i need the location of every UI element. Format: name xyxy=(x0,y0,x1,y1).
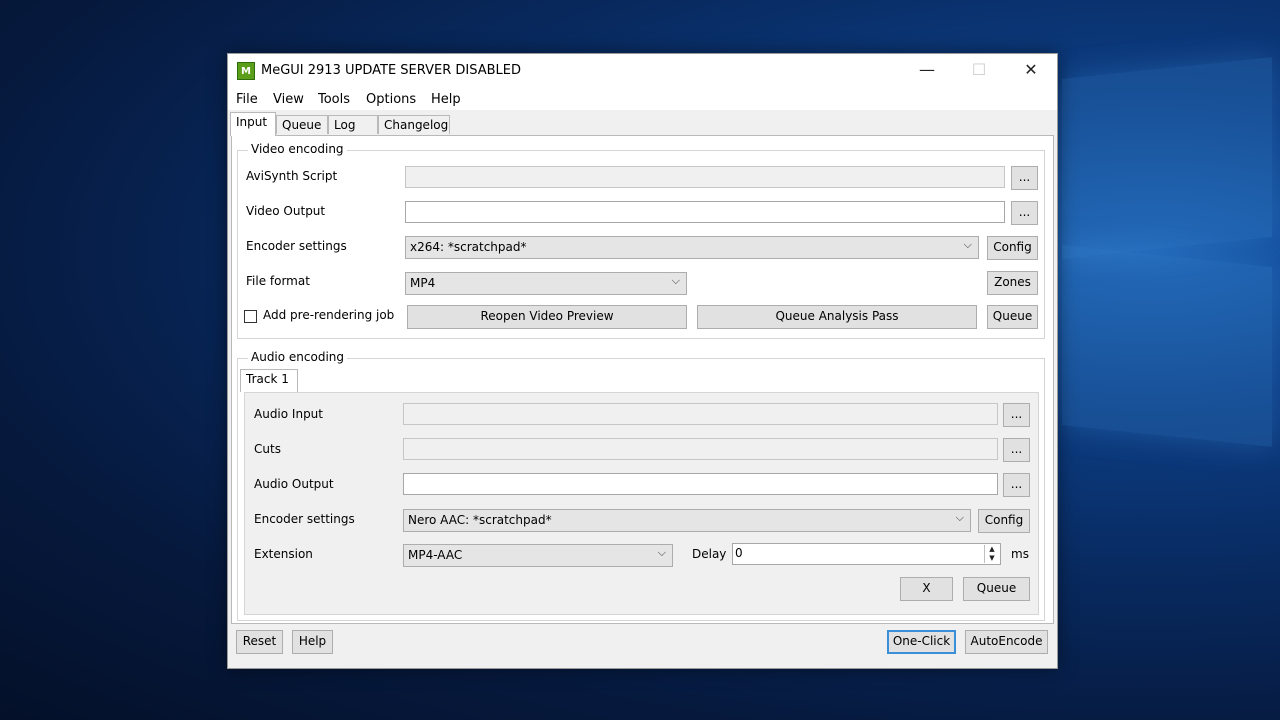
tab-input[interactable]: Input xyxy=(230,112,276,136)
cuts-label: Cuts xyxy=(254,442,281,456)
delay-value: 0 xyxy=(735,546,743,560)
close-button[interactable]: ✕ xyxy=(1005,54,1057,88)
tab-queue[interactable]: Queue xyxy=(276,115,328,134)
audio-output-label: Audio Output xyxy=(254,477,334,491)
chevron-down-icon: ⌵ xyxy=(671,274,680,287)
reset-button[interactable]: Reset xyxy=(236,630,283,654)
audio-cancel-button[interactable]: X xyxy=(900,577,953,601)
menu-help[interactable]: Help xyxy=(431,92,461,107)
audio-output-browse-button[interactable]: ... xyxy=(1003,473,1030,497)
menu-file[interactable]: File xyxy=(236,92,258,107)
menu-options[interactable]: Options xyxy=(366,92,416,107)
megui-app-icon: M xyxy=(237,62,255,80)
audio-encoder-select[interactable]: Nero AAC: *scratchpad* ⌵ xyxy=(403,509,971,532)
delay-field[interactable]: 0 ▲ ▼ xyxy=(732,543,1001,565)
minimize-button[interactable]: — xyxy=(901,54,953,88)
desktop-logo-pane xyxy=(1062,56,1272,260)
avisynth-label: AviSynth Script xyxy=(246,169,338,183)
one-click-button[interactable]: One-Click xyxy=(887,630,956,654)
video-output-label: Video Output xyxy=(246,204,326,218)
video-encoder-value: x264: *scratchpad* xyxy=(410,240,527,254)
audio-input-field[interactable] xyxy=(403,403,998,425)
chevron-down-icon: ⌵ xyxy=(963,238,972,251)
audio-output-field[interactable] xyxy=(403,473,998,495)
autoencode-button[interactable]: AutoEncode xyxy=(965,630,1048,654)
video-encoder-select[interactable]: x264: *scratchpad* ⌵ xyxy=(405,236,979,259)
queue-analysis-button[interactable]: Queue Analysis Pass xyxy=(697,305,977,329)
extension-select[interactable]: MP4-AAC ⌵ xyxy=(403,544,673,567)
ms-label: ms xyxy=(1011,547,1029,561)
video-queue-button[interactable]: Queue xyxy=(987,305,1038,329)
chevron-down-icon: ⌵ xyxy=(955,511,964,524)
reopen-preview-button[interactable]: Reopen Video Preview xyxy=(407,305,687,329)
menu-bar: File View Tools Options Help xyxy=(228,88,1057,110)
audio-input-label: Audio Input xyxy=(254,407,323,421)
menu-view[interactable]: View xyxy=(273,92,304,107)
audio-config-button[interactable]: Config xyxy=(978,509,1030,533)
maximize-button[interactable]: ☐ xyxy=(953,54,1005,88)
extension-label: Extension xyxy=(254,547,313,561)
audio-encoding-group: Audio encoding Track 1 Audio Input ... C… xyxy=(237,350,1045,621)
minimize-icon: — xyxy=(919,60,935,79)
track-1-page: Audio Input ... Cuts ... Audio Output ..… xyxy=(244,392,1039,615)
audio-queue-button[interactable]: Queue xyxy=(963,577,1030,601)
prerender-checkbox[interactable] xyxy=(244,310,257,323)
audio-encoding-title: Audio encoding xyxy=(248,350,348,364)
delay-label: Delay xyxy=(692,547,727,561)
cuts-field[interactable] xyxy=(403,438,998,460)
prerender-label[interactable]: Add pre-rendering job xyxy=(263,308,394,322)
cuts-browse-button[interactable]: ... xyxy=(1003,438,1030,462)
menu-tools[interactable]: Tools xyxy=(318,92,350,107)
avisynth-input[interactable] xyxy=(405,166,1005,188)
file-format-value: MP4 xyxy=(410,276,436,290)
zones-button[interactable]: Zones xyxy=(987,271,1038,295)
video-config-button[interactable]: Config xyxy=(987,236,1038,260)
maximize-icon: ☐ xyxy=(971,60,987,79)
video-output-browse-button[interactable]: ... xyxy=(1011,201,1038,225)
audio-input-browse-button[interactable]: ... xyxy=(1003,403,1030,427)
video-encoding-title: Video encoding xyxy=(248,142,347,156)
avisynth-browse-button[interactable]: ... xyxy=(1011,166,1038,190)
main-tabs: Input Queue Log Changelog xyxy=(228,112,1057,136)
video-output-input[interactable] xyxy=(405,201,1005,223)
tab-changelog[interactable]: Changelog xyxy=(378,115,450,134)
megui-window: M MeGUI 2913 UPDATE SERVER DISABLED — ☐ … xyxy=(227,53,1058,669)
video-encoder-label: Encoder settings xyxy=(246,239,347,253)
video-encoding-group: Video encoding AviSynth Script ... Video… xyxy=(237,142,1045,339)
audio-encoder-value: Nero AAC: *scratchpad* xyxy=(408,513,552,527)
spin-down-icon[interactable]: ▼ xyxy=(985,554,999,563)
delay-spinner[interactable]: ▲ ▼ xyxy=(984,545,999,563)
tab-log[interactable]: Log xyxy=(328,115,378,134)
title-bar[interactable]: M MeGUI 2913 UPDATE SERVER DISABLED — ☐ … xyxy=(228,54,1057,88)
tab-track-1[interactable]: Track 1 xyxy=(240,369,298,392)
input-tab-page: Video encoding AviSynth Script ... Video… xyxy=(231,135,1054,624)
spin-up-icon[interactable]: ▲ xyxy=(985,545,999,554)
extension-value: MP4-AAC xyxy=(408,548,463,562)
window-title: MeGUI 2913 UPDATE SERVER DISABLED xyxy=(261,63,521,78)
audio-encoder-label: Encoder settings xyxy=(254,512,355,526)
file-format-label: File format xyxy=(246,274,310,288)
help-button[interactable]: Help xyxy=(292,630,333,654)
chevron-down-icon: ⌵ xyxy=(657,546,666,559)
desktop-logo-pane xyxy=(1062,244,1272,448)
close-icon: ✕ xyxy=(1024,60,1038,79)
file-format-select[interactable]: MP4 ⌵ xyxy=(405,272,687,295)
